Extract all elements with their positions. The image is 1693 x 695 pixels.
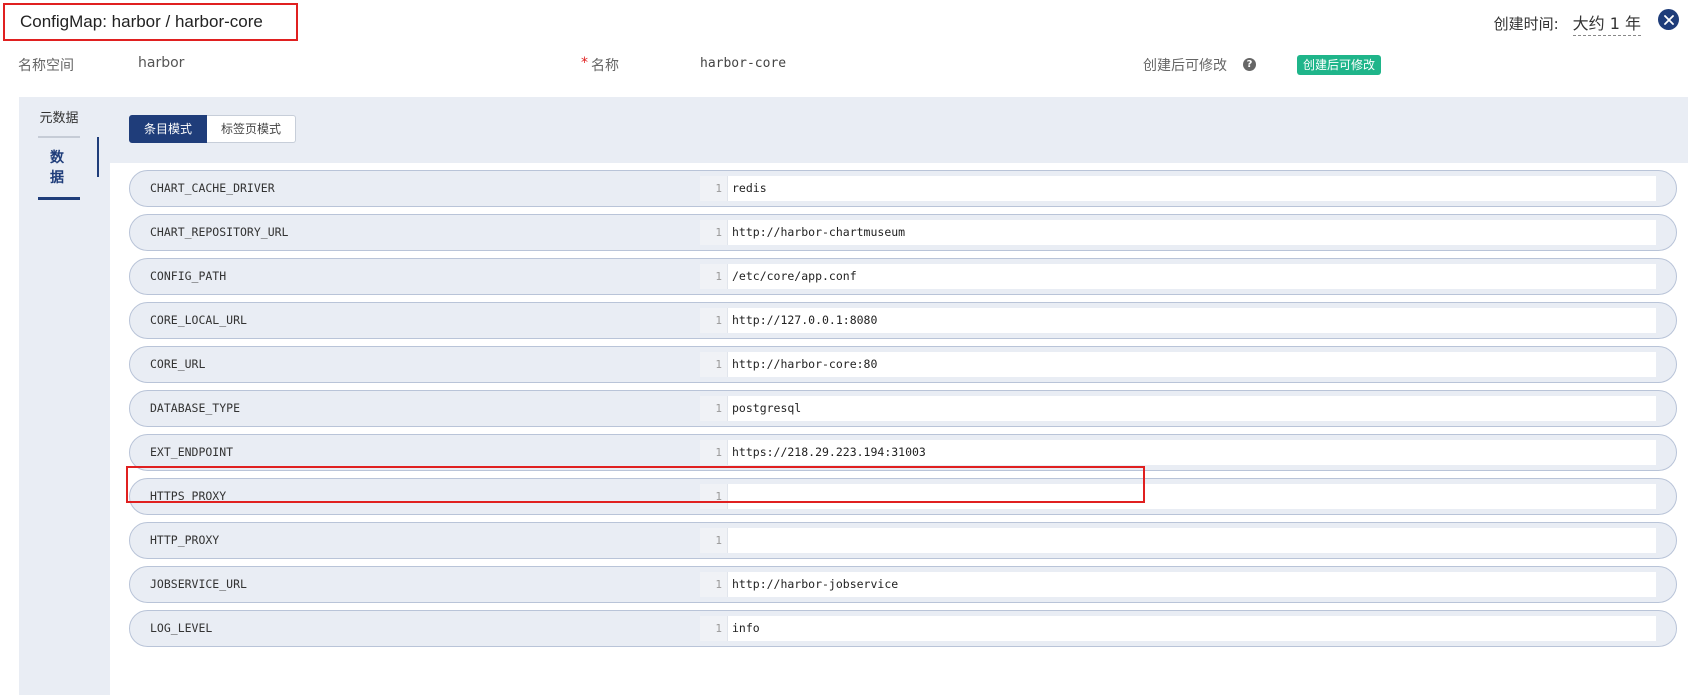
- entry-row: CORE_LOCAL_URL 1 http://127.0.0.1:8080: [129, 302, 1677, 339]
- line-number: 1: [700, 572, 727, 597]
- entry-key[interactable]: CORE_LOCAL_URL: [150, 303, 247, 338]
- line-number: 1: [700, 352, 727, 377]
- configmap-detail-page: ConfigMap: harbor / harbor-core 创建时间: 大约…: [0, 0, 1693, 695]
- line-number: 1: [700, 616, 727, 641]
- entry-value-editor[interactable]: /etc/core/app.conf: [727, 264, 1656, 289]
- entry-value-editor[interactable]: http://127.0.0.1:8080: [727, 308, 1656, 333]
- line-number: 1: [700, 220, 727, 245]
- entry-row: DATABASE_TYPE 1 postgresql: [129, 390, 1677, 427]
- line-number: 1: [700, 396, 727, 421]
- entry-mode-button[interactable]: 条目模式: [129, 115, 208, 143]
- entry-key[interactable]: HTTP_PROXY: [150, 523, 219, 558]
- highlight-box: [126, 466, 1145, 503]
- entry-value-editor[interactable]: [727, 528, 1656, 553]
- entry-row: CHART_CACHE_DRIVER 1 redis: [129, 170, 1677, 207]
- close-button[interactable]: [1658, 9, 1679, 30]
- entry-key[interactable]: JOBSERVICE_URL: [150, 567, 247, 602]
- tab-mode-button[interactable]: 标签页模式: [207, 115, 297, 143]
- tab-data[interactable]: 数 据: [38, 147, 80, 200]
- created-label: 创建时间:: [1493, 14, 1559, 33]
- line-number: 1: [700, 176, 727, 201]
- entry-row: LOG_LEVEL 1 info: [129, 610, 1677, 647]
- entry-value-editor[interactable]: http://harbor-core:80: [727, 352, 1656, 377]
- entry-value-editor[interactable]: http://harbor-jobservice: [727, 572, 1656, 597]
- page-title: ConfigMap: harbor / harbor-core: [20, 12, 263, 31]
- namespace-value: harbor: [138, 55, 185, 71]
- entry-value-editor[interactable]: http://harbor-chartmuseum: [727, 220, 1656, 245]
- modify-label: 创建后可修改: [1143, 58, 1227, 74]
- entry-key[interactable]: EXT_ENDPOINT: [150, 435, 233, 470]
- entry-row: CORE_URL 1 http://harbor-core:80: [129, 346, 1677, 383]
- namespace-label: 名称空间: [18, 58, 74, 74]
- entry-key[interactable]: CORE_URL: [150, 347, 205, 382]
- modify-badge: 创建后可修改: [1297, 55, 1382, 75]
- close-icon: [1663, 14, 1674, 25]
- entry-row: JOBSERVICE_URL 1 http://harbor-jobservic…: [129, 566, 1677, 603]
- created-value[interactable]: 大约 1 年: [1572, 10, 1641, 36]
- entry-value-editor[interactable]: info: [727, 616, 1656, 641]
- line-number: 1: [700, 440, 727, 465]
- main-panel: 元数据 数 据 条目模式 标签页模式 CHART_CACHE_DRIVER 1 …: [19, 97, 1688, 695]
- entry-key[interactable]: CONFIG_PATH: [150, 259, 226, 294]
- data-content: 条目模式 标签页模式 CHART_CACHE_DRIVER 1 redis CH…: [110, 97, 1688, 695]
- line-number: 1: [700, 528, 727, 553]
- entry-key[interactable]: LOG_LEVEL: [150, 611, 212, 646]
- entry-key[interactable]: CHART_REPOSITORY_URL: [150, 215, 288, 250]
- entry-value-editor[interactable]: https://218.29.223.194:31003: [727, 440, 1656, 465]
- title-box: ConfigMap: harbor / harbor-core: [3, 3, 298, 41]
- entry-value-editor[interactable]: postgresql: [727, 396, 1656, 421]
- entry-key[interactable]: CHART_CACHE_DRIVER: [150, 171, 275, 206]
- name-value: harbor-core: [700, 56, 787, 71]
- entry-value-editor[interactable]: redis: [727, 176, 1656, 201]
- info-row: 名称空间 harbor * 名称 harbor-core 创建后可修改 ? 创建…: [0, 55, 1693, 75]
- help-icon[interactable]: ?: [1243, 58, 1256, 71]
- entry-key[interactable]: DATABASE_TYPE: [150, 391, 240, 426]
- entry-row: CONFIG_PATH 1 /etc/core/app.conf: [129, 258, 1677, 295]
- name-label: 名称: [591, 58, 619, 74]
- line-number: 1: [700, 264, 727, 289]
- required-mark: *: [581, 55, 588, 71]
- tab-metadata[interactable]: 元数据: [38, 107, 80, 138]
- entry-row: HTTP_PROXY 1: [129, 522, 1677, 559]
- active-tab-indicator: [97, 137, 99, 177]
- entries-list: CHART_CACHE_DRIVER 1 redis CHART_REPOSIT…: [110, 163, 1688, 695]
- line-number: 1: [700, 308, 727, 333]
- entry-row: CHART_REPOSITORY_URL 1 http://harbor-cha…: [129, 214, 1677, 251]
- mode-toggle: 条目模式 标签页模式: [129, 115, 297, 143]
- created-time: 创建时间: 大约 1 年: [1494, 10, 1641, 36]
